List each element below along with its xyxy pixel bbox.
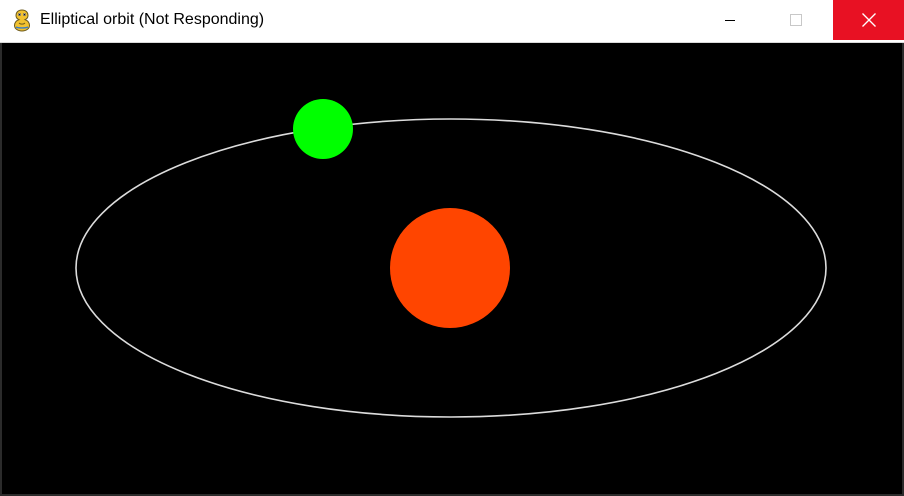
title-bar[interactable]: Elliptical orbit (Not Responding) [0,0,904,43]
close-icon [861,13,876,27]
pygame-snake-icon [13,9,31,32]
minimize-icon [725,20,735,21]
simulation-canvas[interactable] [2,44,902,494]
minimize-button[interactable] [707,0,753,40]
maximize-button[interactable] [773,0,819,40]
orbit-scene [75,99,827,418]
close-button[interactable] [833,0,904,40]
sun [390,208,510,328]
planet [293,99,353,159]
app-window: Elliptical orbit (Not Responding) [0,0,904,496]
window-title: Elliptical orbit (Not Responding) [40,11,265,28]
maximize-icon [790,14,802,26]
